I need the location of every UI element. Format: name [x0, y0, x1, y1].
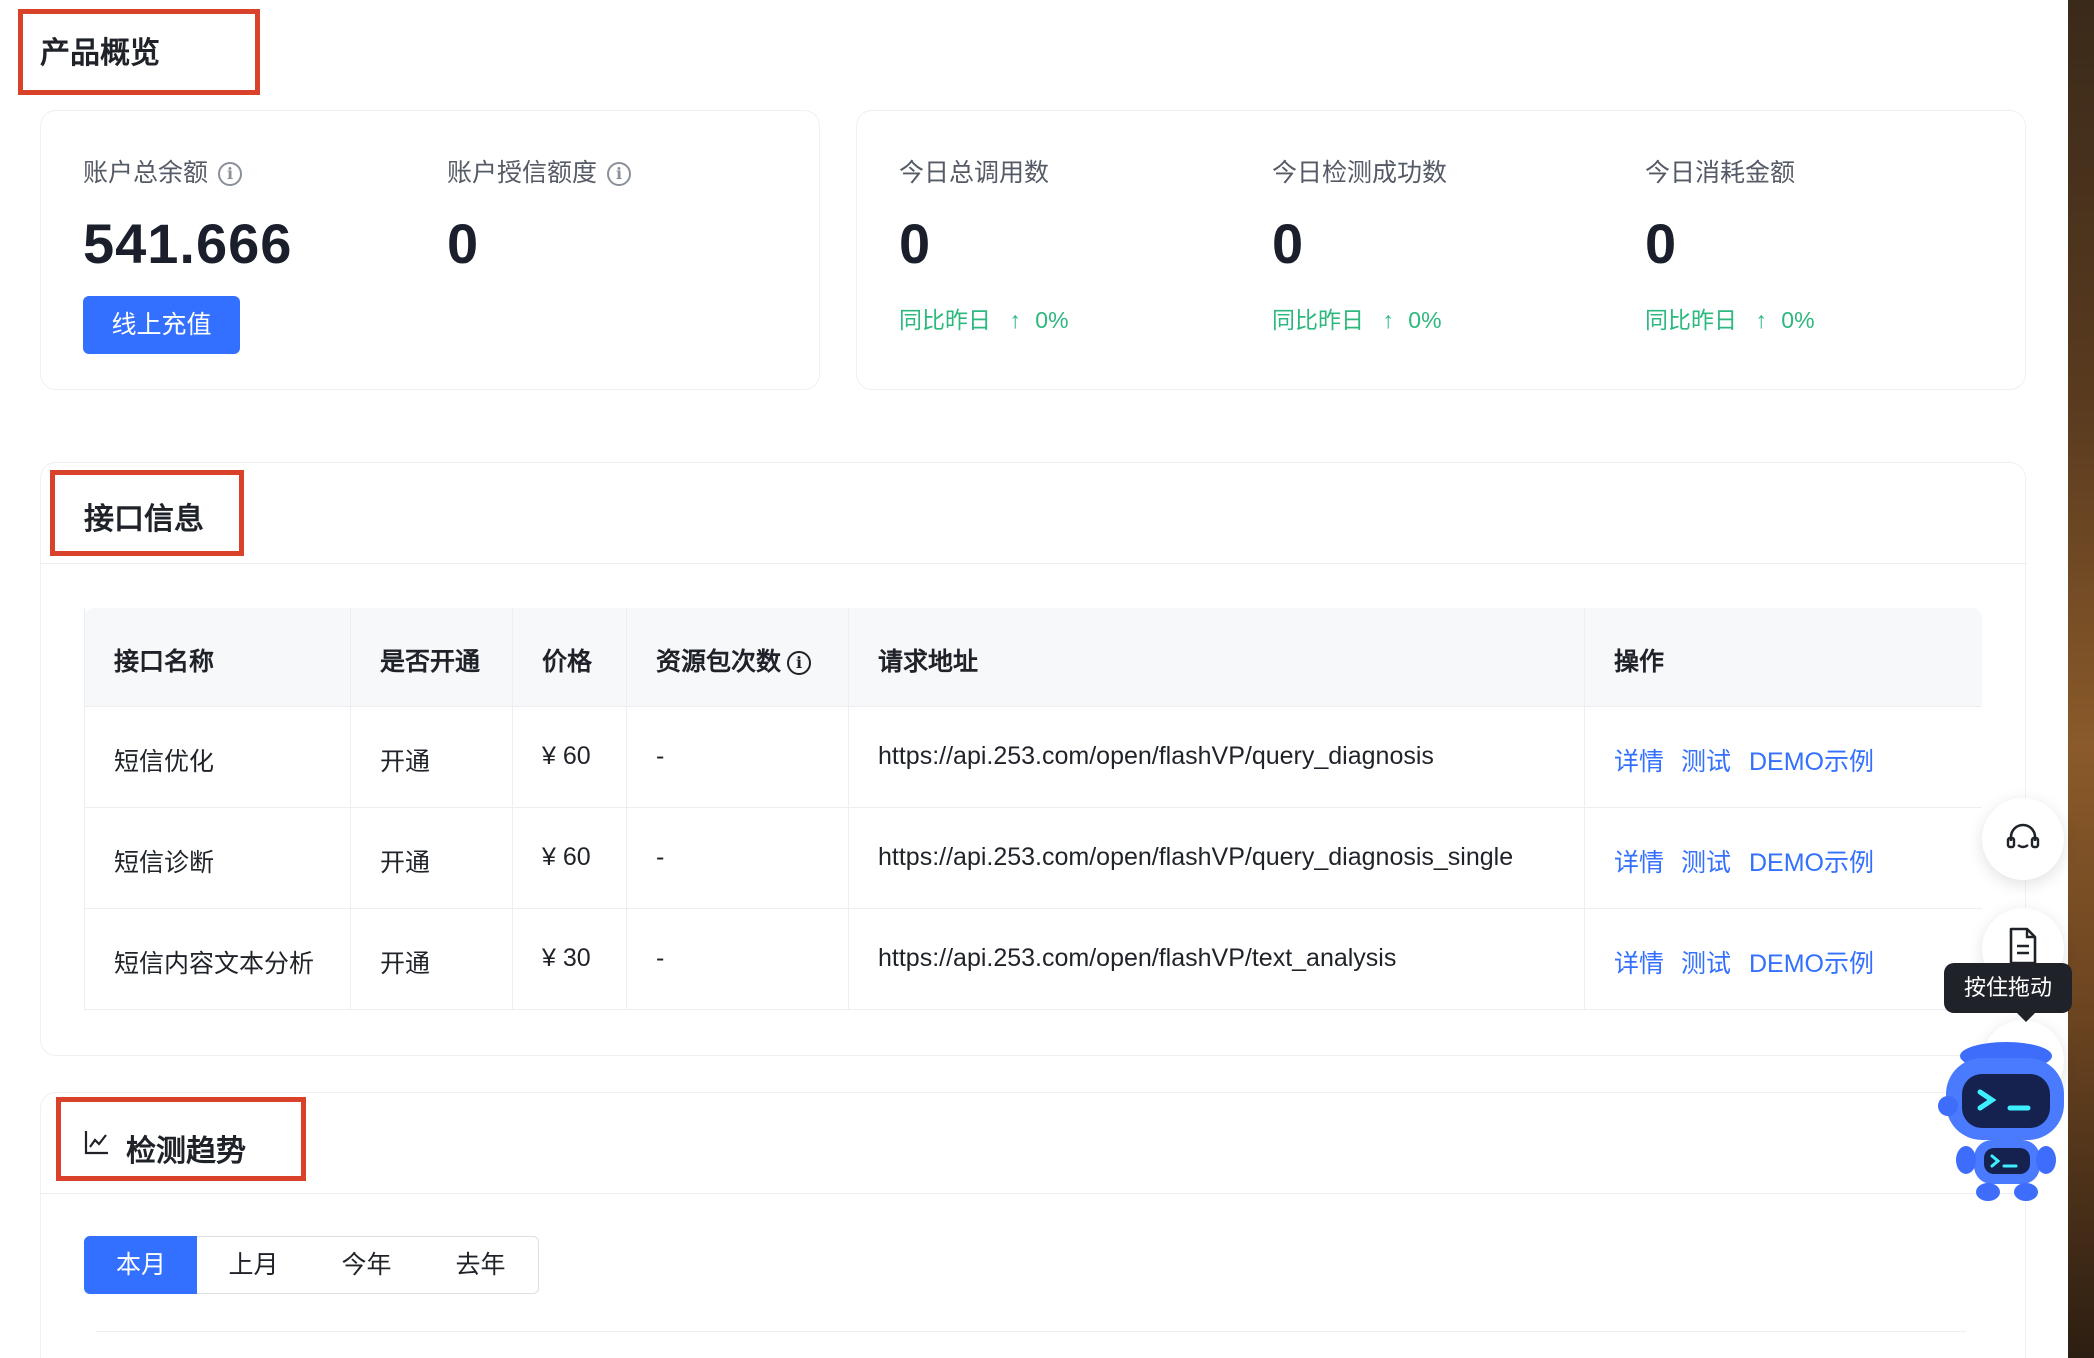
api-name: 短信优化 — [114, 748, 215, 776]
overview-title: 产品概览 — [40, 37, 160, 70]
today-calls-label: 今日总调用数 — [899, 159, 1050, 187]
test-link[interactable]: 测试 — [1681, 843, 1731, 879]
test-link[interactable]: 测试 — [1681, 742, 1731, 778]
today-amount-trend: 同比昨日 ↑ 0% — [1645, 301, 1815, 335]
api-url: https://api.253.com/open/flashVP/text_an… — [878, 944, 1397, 972]
package-header-label: 资源包次数 — [656, 648, 782, 676]
column-header-name: 接口名称 — [114, 648, 215, 676]
tab-this-year[interactable]: 今年 — [310, 1236, 424, 1294]
dashboard-page: 产品概览 账户总余额 i 541.666 线上充值 账户授信额度 i 0 今日总调用… — [0, 0, 2094, 1358]
today-stats-card: 今日总调用数 0 同比昨日 ↑ 0% 今日检测成功数 0 同比昨日 ↑ 0% 今… — [856, 110, 2026, 390]
column-divider — [848, 608, 849, 1010]
customer-service-button[interactable] — [1982, 798, 2064, 880]
today-amount-value: 0 — [1645, 212, 1678, 275]
row-divider — [84, 706, 1982, 707]
api-price: ¥ 60 — [542, 742, 591, 770]
api-package: - — [656, 843, 665, 871]
chart-top-border — [96, 1331, 1966, 1332]
today-amount-label: 今日消耗金额 — [1645, 159, 1796, 187]
compare-label: 同比昨日 — [1272, 307, 1364, 333]
row-divider — [84, 1009, 1982, 1010]
compare-label: 同比昨日 — [1645, 307, 1737, 333]
row-divider — [84, 908, 1982, 909]
api-status: 开通 — [380, 748, 431, 776]
headset-icon — [2006, 823, 2040, 849]
compare-label: 同比昨日 — [899, 307, 991, 333]
info-icon[interactable]: i — [607, 162, 632, 187]
drag-tooltip: 按住拖动 — [1944, 963, 2073, 1013]
api-info-title: 接口信息 — [84, 503, 204, 536]
trend-card — [40, 1092, 2027, 1358]
tab-last-month[interactable]: 上月 — [197, 1236, 311, 1294]
column-header-status: 是否开通 — [380, 648, 481, 676]
demo-link[interactable]: DEMO示例 — [1749, 742, 1874, 778]
api-package: - — [656, 742, 665, 770]
balance-label: 账户总余额 — [83, 159, 209, 187]
line-chart-icon — [84, 1131, 108, 1155]
api-url: https://api.253.com/open/flashVP/query_d… — [878, 843, 1514, 871]
demo-link[interactable]: DEMO示例 — [1749, 944, 1874, 980]
api-package: - — [656, 944, 665, 972]
api-price: ¥ 30 — [542, 944, 591, 972]
table-border-left — [84, 608, 85, 1010]
trend-title: 检测趋势 — [126, 1135, 246, 1168]
credit-label-row: 账户授信额度 i — [447, 153, 632, 189]
api-status: 开通 — [380, 950, 431, 978]
divider — [41, 563, 2027, 564]
tab-this-month[interactable]: 本月 — [84, 1236, 198, 1294]
column-header-actions: 操作 — [1614, 648, 1665, 676]
today-calls-trend: 同比昨日 ↑ 0% — [899, 301, 1069, 335]
document-icon — [2009, 927, 2037, 965]
arrow-up-icon: ↑ — [1009, 307, 1021, 333]
window-edge — [2068, 0, 2094, 1358]
column-header-url: 请求地址 — [878, 648, 979, 676]
table-header — [84, 608, 1982, 706]
detail-link[interactable]: 详情 — [1614, 742, 1664, 778]
robot-assistant-icon — [1938, 1042, 2064, 1201]
detail-link[interactable]: 详情 — [1614, 843, 1664, 879]
test-link[interactable]: 测试 — [1681, 944, 1731, 980]
api-url: https://api.253.com/open/flashVP/query_d… — [878, 742, 1434, 770]
recharge-button[interactable]: 线上充值 — [83, 296, 240, 354]
divider — [41, 1193, 2027, 1194]
api-name: 短信诊断 — [114, 849, 215, 877]
balance-label-row: 账户总余额 i — [83, 153, 243, 189]
arrow-up-icon: ↑ — [1382, 307, 1394, 333]
today-success-trend: 同比昨日 ↑ 0% — [1272, 301, 1442, 335]
demo-link[interactable]: DEMO示例 — [1749, 843, 1874, 879]
info-icon[interactable]: i — [787, 651, 812, 676]
column-divider — [350, 608, 351, 1010]
row-divider — [84, 807, 1982, 808]
credit-value: 0 — [447, 212, 480, 275]
today-calls-value: 0 — [899, 212, 932, 275]
column-divider — [512, 608, 513, 1010]
balance-card: 账户总余额 i 541.666 线上充值 账户授信额度 i 0 — [40, 110, 820, 390]
robot-assistant[interactable] — [1936, 1036, 2068, 1206]
trend-value: 0% — [1408, 307, 1442, 333]
balance-value: 541.666 — [83, 212, 293, 275]
today-success-value: 0 — [1272, 212, 1305, 275]
column-divider — [1584, 608, 1585, 1010]
api-name: 短信内容文本分析 — [114, 950, 315, 978]
tab-last-year[interactable]: 去年 — [423, 1236, 539, 1294]
info-icon[interactable]: i — [218, 162, 243, 187]
column-divider — [626, 608, 627, 1010]
api-status: 开通 — [380, 849, 431, 877]
api-price: ¥ 60 — [542, 843, 591, 871]
credit-label: 账户授信额度 — [447, 159, 598, 187]
api-table: 接口名称 是否开通 价格 资源包次数 i 请求地址 操作 短信优化 开通 ¥ 60… — [84, 608, 1982, 1010]
detail-link[interactable]: 详情 — [1614, 944, 1664, 980]
tooltip-arrow — [2016, 1012, 2036, 1022]
trend-value: 0% — [1781, 307, 1815, 333]
column-header-price: 价格 — [542, 648, 593, 676]
today-success-label: 今日检测成功数 — [1272, 159, 1448, 187]
trend-value: 0% — [1035, 307, 1069, 333]
column-header-package: 资源包次数 i — [656, 642, 812, 678]
arrow-up-icon: ↑ — [1755, 307, 1767, 333]
